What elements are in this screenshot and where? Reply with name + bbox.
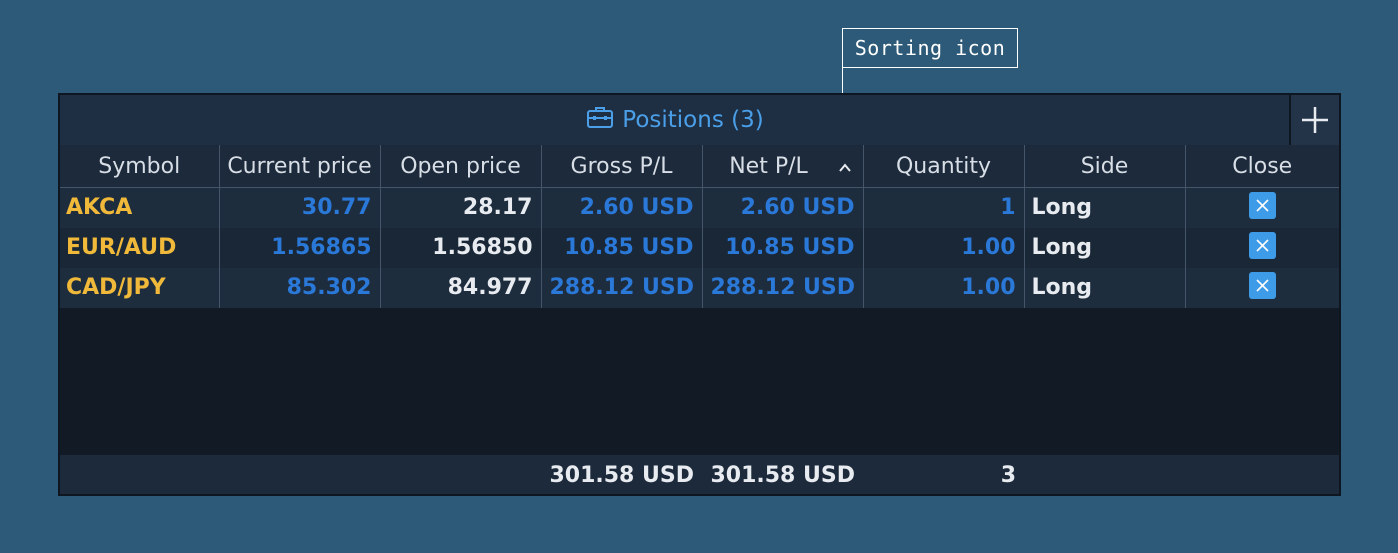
net-pl-label: Net P/L: [729, 153, 808, 179]
briefcase-icon: [586, 105, 622, 135]
cell-gross-pl: 288.12 USD: [541, 267, 703, 308]
cell-close: [1185, 187, 1339, 228]
totals-row: 301.58 USD 301.58 USD 3: [60, 455, 1339, 494]
column-header-quantity[interactable]: Quantity: [863, 145, 1025, 188]
positions-table: Symbol Current price Open price Gross P/…: [60, 145, 1339, 308]
cell-open-price: 84.977: [380, 267, 542, 308]
column-header-current-price[interactable]: Current price: [219, 145, 381, 188]
column-header-open-price[interactable]: Open price: [380, 145, 542, 188]
total-net-pl: 301.58 USD: [710, 463, 855, 488]
cell-close: [1185, 267, 1339, 308]
cell-open-price: 1.56850: [380, 227, 542, 268]
table-row[interactable]: AKCA 30.77 28.17 2.60 USD 2.60 USD 1 Lon…: [60, 187, 1339, 228]
cell-quantity: 1.00: [863, 227, 1025, 268]
cell-current-price: 85.302: [219, 267, 381, 308]
panel-title-text: Positions (3): [622, 107, 764, 133]
cell-open-price: 28.17: [380, 187, 542, 228]
column-header-symbol[interactable]: Symbol: [60, 145, 220, 188]
plus-icon: [1302, 107, 1328, 133]
add-position-button[interactable]: [1289, 95, 1339, 145]
cell-side: Long: [1024, 227, 1186, 268]
positions-panel: Positions (3) Symbol Current price Open …: [58, 93, 1341, 496]
sorting-icon-annotation: Sorting icon: [842, 28, 1018, 68]
cell-gross-pl: 10.85 USD: [541, 227, 703, 268]
chevron-up-icon[interactable]: [838, 155, 852, 180]
close-position-button[interactable]: [1248, 191, 1276, 219]
cell-current-price: 1.56865: [219, 227, 381, 268]
close-x-icon: [1256, 278, 1269, 292]
close-position-button[interactable]: [1248, 231, 1276, 259]
total-gross-pl: 301.58 USD: [549, 463, 694, 488]
cell-net-pl: 2.60 USD: [702, 187, 864, 228]
close-x-icon: [1256, 199, 1269, 212]
cell-quantity: 1: [863, 187, 1025, 228]
cell-current-price: 30.77: [219, 187, 381, 228]
cell-side: Long: [1024, 187, 1186, 228]
column-header-net-pl[interactable]: Net P/L: [702, 145, 864, 188]
cell-side: Long: [1024, 267, 1186, 308]
cell-symbol: CAD/JPY: [60, 267, 220, 308]
table-header-row: Symbol Current price Open price Gross P/…: [60, 145, 1339, 188]
table-row[interactable]: CAD/JPY 85.302 84.977 288.12 USD 288.12 …: [60, 267, 1339, 308]
cell-quantity: 1.00: [863, 267, 1025, 308]
total-quantity: 3: [1000, 463, 1016, 488]
close-x-icon: [1256, 238, 1269, 252]
cell-symbol: EUR/AUD: [60, 227, 220, 268]
column-header-gross-pl[interactable]: Gross P/L: [541, 145, 703, 188]
table-row[interactable]: EUR/AUD 1.56865 1.56850 10.85 USD 10.85 …: [60, 227, 1339, 268]
panel-title: Positions (3): [60, 95, 1290, 145]
column-header-side[interactable]: Side: [1024, 145, 1186, 188]
column-header-close[interactable]: Close: [1185, 145, 1339, 188]
panel-titlebar: Positions (3): [60, 95, 1339, 146]
cell-symbol: AKCA: [60, 187, 220, 228]
cell-close: [1185, 227, 1339, 268]
cell-net-pl: 10.85 USD: [702, 227, 864, 268]
cell-gross-pl: 2.60 USD: [541, 187, 703, 228]
close-position-button[interactable]: [1248, 271, 1276, 299]
cell-net-pl: 288.12 USD: [702, 267, 864, 308]
